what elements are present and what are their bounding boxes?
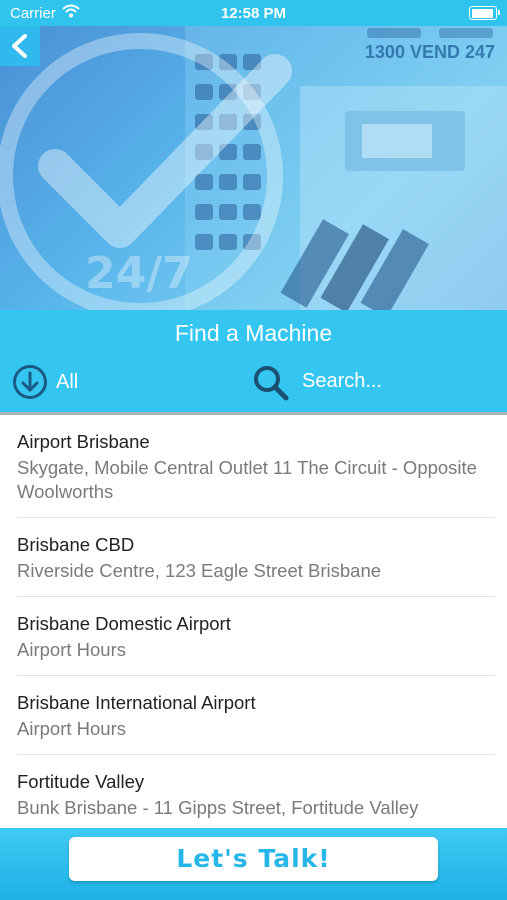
location-name: Brisbane CBD [17, 534, 135, 555]
back-chevron-icon [12, 34, 27, 58]
search-field[interactable] [252, 362, 472, 402]
location-address: Bunk Brisbane - 11 Gipps Street, Fortitu… [17, 797, 419, 818]
page-title: Find a Machine [174, 320, 333, 346]
location-address: Riverside Centre, 123 Eagle Street Brisb… [17, 560, 382, 581]
search-input[interactable] [302, 366, 462, 396]
location-address: Skygate, Mobile Central Outlet 11 The Ci… [17, 457, 477, 502]
footer-bar: Let's Talk! [0, 828, 507, 900]
list-item[interactable]: Fortitude Valley Bunk Brisbane - 11 Gipp… [0, 755, 507, 831]
lets-talk-button[interactable]: Let's Talk! [69, 837, 438, 881]
location-address: Airport Hours [17, 639, 126, 660]
phone-number: 1300 VEND 247 [364, 42, 495, 62]
google-play-badge [439, 28, 493, 38]
hero-banner: 1300 VEND 247 24/7 [0, 26, 507, 310]
filter-label: All [56, 371, 79, 393]
list-item[interactable]: Brisbane Domestic Airport Airport Hours [0, 597, 507, 676]
list-item[interactable]: Brisbane CBD Riverside Centre, 123 Eagle… [0, 518, 507, 597]
filter-all-button[interactable]: All [12, 364, 112, 400]
vending-machine-image [0, 26, 507, 310]
status-bar: Carrier 12:58 PM [0, 0, 507, 26]
location-list[interactable]: Airport Brisbane Skygate, Mobile Central… [0, 412, 507, 831]
app-store-badge [367, 28, 421, 38]
battery-icon [469, 6, 500, 20]
list-item[interactable]: Brisbane International Airport Airport H… [0, 676, 507, 755]
back-button[interactable] [0, 26, 40, 66]
location-name: Brisbane International Airport [17, 692, 256, 713]
download-circle-icon [13, 365, 47, 399]
location-name: Brisbane Domestic Airport [17, 613, 231, 634]
find-machine-panel: Find a Machine All [0, 310, 507, 412]
hero-logo-text: 24/7 [85, 248, 193, 299]
clock: 12:58 PM [220, 5, 287, 22]
list-item[interactable]: Airport Brisbane Skygate, Mobile Central… [0, 415, 507, 518]
location-address: Airport Hours [17, 718, 126, 739]
location-name: Airport Brisbane [17, 431, 150, 452]
location-name: Fortitude Valley [17, 771, 145, 792]
search-icon [254, 366, 289, 401]
